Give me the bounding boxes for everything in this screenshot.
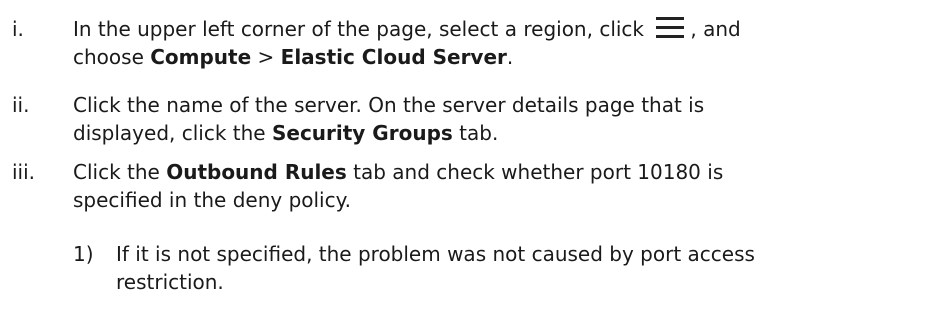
text-run: , and bbox=[690, 17, 741, 41]
step-marker: i. bbox=[12, 17, 24, 41]
step-marker: iii. bbox=[12, 160, 36, 184]
text-run: In the upper left corner of the page, se… bbox=[73, 17, 651, 41]
text-run: displayed, click the bbox=[73, 121, 272, 145]
text-run: tab and check whether port 10180 is bbox=[346, 160, 724, 184]
security-groups-label: Security Groups bbox=[271, 121, 453, 145]
text-run: Click the bbox=[73, 160, 167, 184]
step-text: Click the name of the server. On the ser… bbox=[73, 91, 939, 147]
step-line: restriction. bbox=[116, 270, 224, 294]
text-run: choose bbox=[73, 45, 151, 69]
menu-path-compute: Compute bbox=[150, 45, 252, 69]
step-line: Click the name of the server. On the ser… bbox=[73, 93, 705, 117]
step-marker: ii. bbox=[12, 93, 30, 117]
step-text: In the upper left corner of the page, se… bbox=[73, 15, 939, 71]
text-run: . bbox=[506, 45, 514, 69]
menu-icon bbox=[654, 16, 686, 40]
step-line: In the upper left corner of the page, se… bbox=[73, 15, 939, 43]
path-separator: > bbox=[251, 45, 281, 69]
step-line: Click the Outbound Rules tab and check w… bbox=[73, 158, 939, 186]
substep-marker: 1) bbox=[73, 242, 94, 266]
outbound-rules-label: Outbound Rules bbox=[166, 160, 347, 184]
step-text: Click the Outbound Rules tab and check w… bbox=[73, 158, 939, 214]
text-run: tab. bbox=[452, 121, 499, 145]
step-line: choose Compute > Elastic Cloud Server. bbox=[73, 43, 939, 71]
step-line: If it is not specified, the problem was … bbox=[116, 242, 755, 266]
step-line: specified in the deny policy. bbox=[73, 188, 351, 212]
step-line: displayed, click the Security Groups tab… bbox=[73, 119, 939, 147]
substep-text: If it is not specified, the problem was … bbox=[116, 240, 939, 296]
menu-path-ecs: Elastic Cloud Server bbox=[280, 45, 507, 69]
